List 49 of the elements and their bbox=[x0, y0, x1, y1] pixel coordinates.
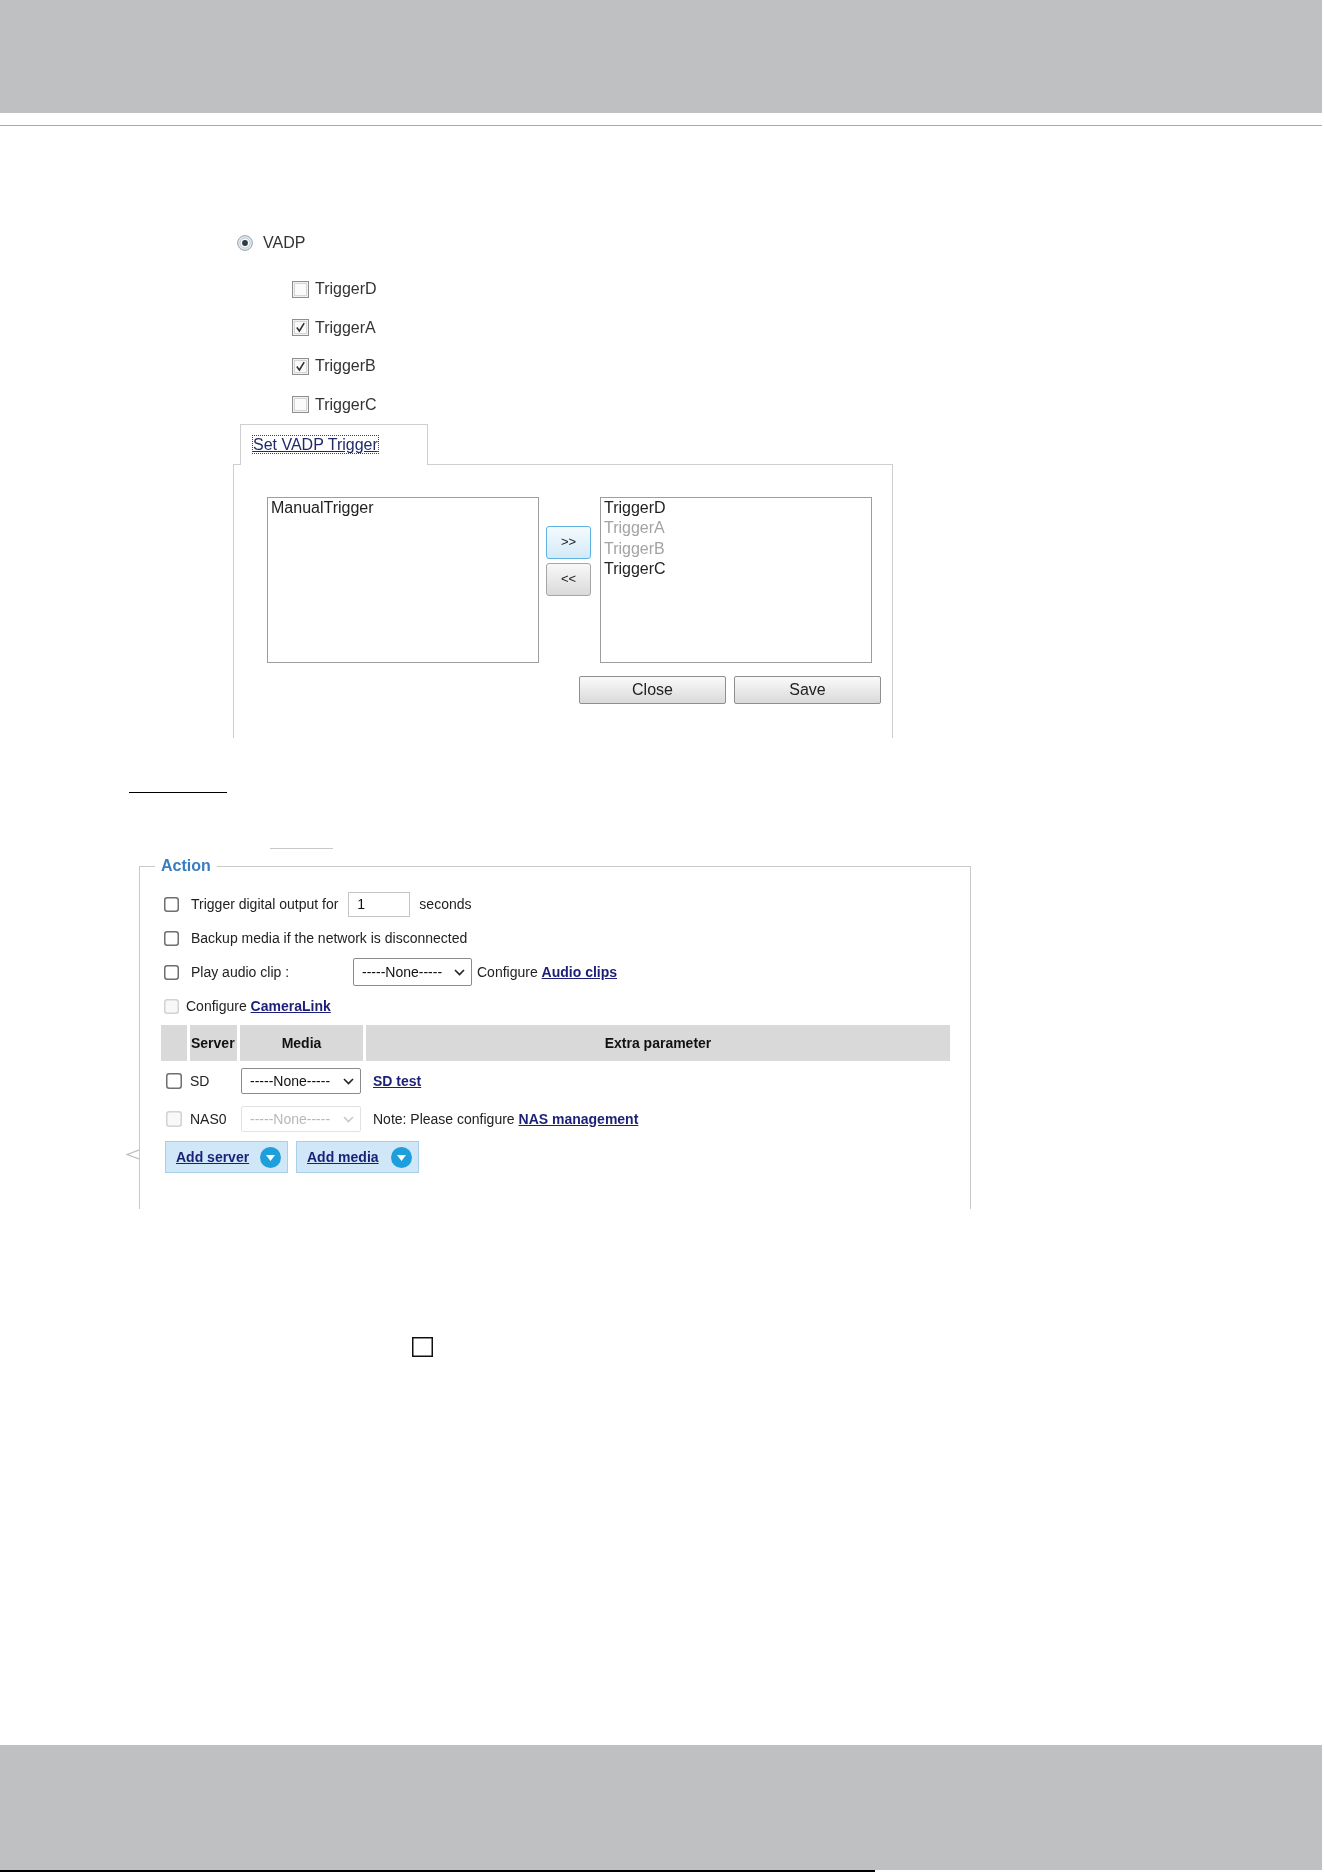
column-header: Server bbox=[190, 1025, 237, 1061]
checkbox[interactable] bbox=[292, 319, 309, 336]
configure-note: Configure CameraLink bbox=[186, 996, 331, 1016]
checkbox[interactable] bbox=[166, 1073, 182, 1089]
checkbox[interactable] bbox=[292, 280, 309, 298]
list-option[interactable]: ManualTrigger bbox=[271, 497, 538, 518]
checkbox[interactable] bbox=[164, 896, 179, 912]
test-link[interactable]: SD test bbox=[373, 1070, 422, 1092]
add-dropdown-button[interactable]: Add server bbox=[165, 1141, 288, 1173]
option-label: Play audio clip : bbox=[191, 962, 291, 982]
move-button[interactable]: >> bbox=[546, 525, 591, 559]
configure-note: Note: Please configure NAS management bbox=[373, 1109, 639, 1129]
trigger-label: TriggerC bbox=[315, 394, 377, 415]
list-option[interactable]: TriggerD bbox=[604, 497, 871, 518]
list-option[interactable]: TriggerC bbox=[604, 559, 871, 580]
unit-label: seconds bbox=[419, 894, 472, 914]
column-header: Extra parameter bbox=[366, 1025, 950, 1061]
checkbox[interactable] bbox=[164, 930, 179, 946]
media-select[interactable]: -----None----- bbox=[241, 1068, 361, 1094]
column-header: Media bbox=[240, 1025, 363, 1061]
dialog-button[interactable]: Close bbox=[579, 675, 726, 704]
move-button[interactable]: << bbox=[546, 562, 591, 596]
audio-clips-link[interactable]: Audio clips bbox=[541, 963, 618, 980]
checkbox[interactable] bbox=[292, 396, 309, 413]
dialog-button[interactable]: Save bbox=[734, 675, 881, 704]
duration-field[interactable]: 1 bbox=[348, 891, 411, 917]
option-label: Trigger digital output for bbox=[191, 894, 339, 914]
trigger-label: TriggerB bbox=[315, 356, 376, 376]
vadp-trigger-tab[interactable]: Set VADP Trigger bbox=[240, 423, 428, 465]
trigger-label: TriggerD bbox=[315, 279, 377, 299]
down-arrow-circle-icon bbox=[391, 1146, 412, 1168]
checkbox[interactable] bbox=[292, 357, 309, 375]
chevron-down-icon bbox=[343, 1077, 354, 1085]
audio-clip-select[interactable]: -----None----- bbox=[353, 958, 472, 986]
trigger-label: TriggerA bbox=[315, 317, 376, 338]
add-dropdown-button[interactable]: Add media bbox=[296, 1141, 419, 1173]
action-legend: Action bbox=[155, 856, 217, 876]
down-arrow-circle-icon bbox=[260, 1146, 281, 1168]
server-cell-text: NAS0 bbox=[190, 1109, 228, 1129]
option-label: VADP bbox=[263, 233, 306, 253]
server-cell-text: SD bbox=[190, 1071, 211, 1091]
configure-note: Configure Audio clips bbox=[477, 962, 618, 982]
radio-button[interactable] bbox=[237, 235, 253, 251]
option-label: Backup media if the network is disconnected bbox=[191, 928, 468, 948]
blank-header-cell bbox=[161, 1025, 187, 1061]
chevron-down-icon bbox=[343, 1115, 354, 1123]
checkbox[interactable] bbox=[412, 1337, 433, 1357]
chevron-down-icon bbox=[454, 968, 465, 976]
checkbox[interactable] bbox=[164, 964, 179, 980]
